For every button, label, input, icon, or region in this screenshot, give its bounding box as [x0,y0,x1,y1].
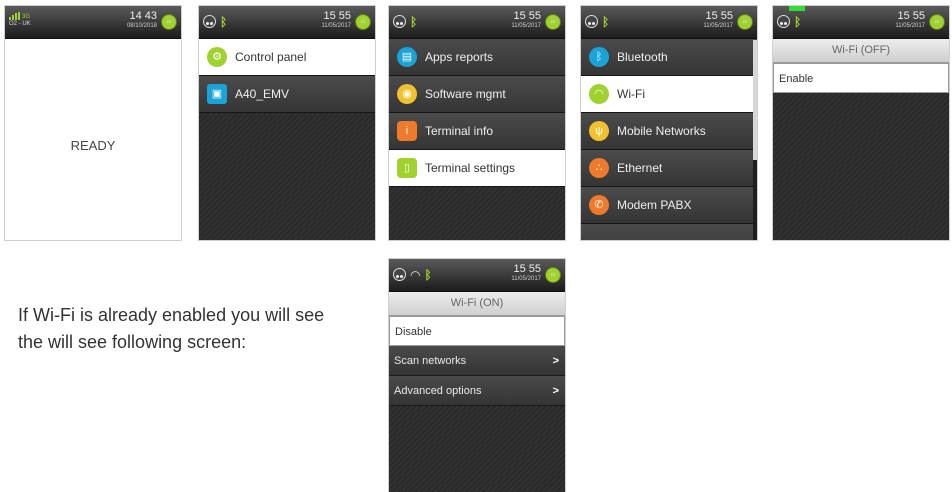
bluetooth-status-icon: ᛒ [220,14,228,29]
ready-status-text: READY [70,138,116,153]
bluetooth-status-icon: ᛒ [602,14,610,29]
network-generation: 3G [22,14,31,20]
wifi-status-icon: ◠ [410,267,421,282]
option-scan-networks[interactable]: Scan networks > [389,346,565,376]
clock-date: 11/05/2017 [895,23,925,29]
option-label: Enable [779,73,814,85]
network-icon [585,15,598,28]
page-title: Wi-Fi (ON) [389,292,565,316]
settings-icon: ▯ [397,158,417,178]
clock-date: 08/10/2018 [126,23,157,29]
network-icon [393,268,406,281]
battery-icon: ▭ [545,14,561,30]
menu-item-terminal-settings[interactable]: ▯ Terminal settings [389,150,565,187]
menu-item-label: Wi-Fi [617,87,645,101]
menu-item-control-panel[interactable]: ⚙ Control panel [199,39,375,76]
clock-time: 14 43 [129,10,157,22]
signal-strength-icon [9,12,20,20]
wifi-icon: ◠ [589,84,609,104]
chevron-right-icon: > [552,385,559,397]
menu-item-label: Modem PABX [617,198,692,212]
clock-date: 11/05/2017 [511,276,541,282]
bluetooth-status-icon: ᛒ [794,14,802,29]
document-icon: ▤ [397,47,417,67]
menu-item-ethernet[interactable]: ∴ Ethernet [581,150,757,187]
menu-item-label: Terminal info [425,124,494,138]
network-icon [203,15,216,28]
menu-item-label: Apps reports [425,50,494,64]
menu-item-label: Control panel [235,50,307,64]
battery-icon: ▭ [737,14,753,30]
menu-item-software-mgmt[interactable]: ◉ Software mgmt [389,76,565,113]
gears-icon: ⚙ [207,47,227,67]
status-bar: ᛒ 15 55 11/05/2017 ▭ [389,6,565,39]
terminal-screen-wifi-off: ᛒ 15 55 11/05/2017 ▭ Wi-Fi (OFF) Enable [772,5,950,241]
bluetooth-status-icon: ᛒ [424,267,432,282]
scrollbar-thumb[interactable] [753,40,757,160]
bluetooth-icon: ᛒ [589,47,609,67]
battery-icon: ▭ [355,14,371,30]
chevron-right-icon: > [552,355,559,367]
terminal-screen-wifi-on: ◠ ᛒ 15 55 11/05/2017 ▭ Wi-Fi (ON) Disabl… [388,258,566,492]
page-title: Wi-Fi (OFF) [773,39,949,63]
clock-date: 11/05/2017 [511,23,541,29]
status-bar: 3G O2 - UK 14 43 08/10/2018 ▭ [5,6,181,39]
terminal-screen-main-menu: ᛒ 15 55 11/05/2017 ▭ ⚙ Control panel ▣ A… [198,5,376,241]
network-icon [393,15,406,28]
led-indicator [789,6,805,11]
status-bar: ᛒ 15 55 11/05/2017 ▭ [581,6,757,39]
clock-time: 15 55 [513,263,541,275]
network-operator: O2 - UK [9,21,31,27]
battery-icon: ▭ [161,14,177,30]
clock-date: 11/05/2017 [321,23,351,29]
menu-item-label: A40_EMV [235,87,290,101]
clock-time: 15 55 [897,10,925,22]
menu-item-a40-emv[interactable]: ▣ A40_EMV [199,76,375,113]
option-label: Scan networks [394,355,467,367]
menu-item-apps-reports[interactable]: ▤ Apps reports [389,39,565,76]
menu-item-partially-visible[interactable] [581,224,757,240]
battery-icon: ▭ [545,267,561,283]
battery-icon: ▭ [929,14,945,30]
antenna-icon: ψ [589,121,609,141]
option-disable[interactable]: Disable [389,316,565,346]
menu-item-terminal-info[interactable]: i Terminal info [389,113,565,150]
instruction-caption: If Wi-Fi is already enabled you will see… [18,305,325,352]
option-label: Disable [395,326,432,338]
network-icon [777,15,790,28]
menu-item-label: Ethernet [617,161,663,175]
status-bar: ᛒ 15 55 11/05/2017 ▭ [199,6,375,39]
info-icon: i [397,121,417,141]
clock-time: 15 55 [323,10,351,22]
option-advanced-options[interactable]: Advanced options > [389,376,565,406]
app-icon: ▣ [207,84,227,104]
terminal-screen-ready: 3G O2 - UK 14 43 08/10/2018 ▭ READY [4,5,182,241]
menu-scrollbar[interactable] [753,40,757,240]
menu-item-label: Mobile Networks [617,124,706,138]
menu-item-modem-pabx[interactable]: ✆ Modem PABX [581,187,757,224]
menu-item-label: Bluetooth [617,50,668,64]
clock-time: 15 55 [705,10,733,22]
terminal-screen-terminal-settings: ᛒ 15 55 11/05/2017 ▭ ᛒ Bluetooth ◠ Wi-Fi… [580,5,758,241]
menu-item-mobile-networks[interactable]: ψ Mobile Networks [581,113,757,150]
status-bar: ◠ ᛒ 15 55 11/05/2017 ▭ [389,259,565,292]
option-label: Advanced options [394,385,482,397]
menu-item-wifi[interactable]: ◠ Wi-Fi [581,76,757,113]
clock-date: 11/05/2017 [703,23,733,29]
terminal-screen-control-panel: ᛒ 15 55 11/05/2017 ▭ ▤ Apps reports ◉ So… [388,5,566,241]
phone-icon: ✆ [589,195,609,215]
bluetooth-status-icon: ᛒ [410,14,418,29]
menu-item-bluetooth[interactable]: ᛒ Bluetooth [581,39,757,76]
option-enable[interactable]: Enable [773,63,949,93]
ethernet-icon: ∴ [589,158,609,178]
menu-item-label: Terminal settings [425,161,516,175]
disc-icon: ◉ [397,84,417,104]
menu-item-label: Software mgmt [425,87,506,101]
clock-time: 15 55 [513,10,541,22]
